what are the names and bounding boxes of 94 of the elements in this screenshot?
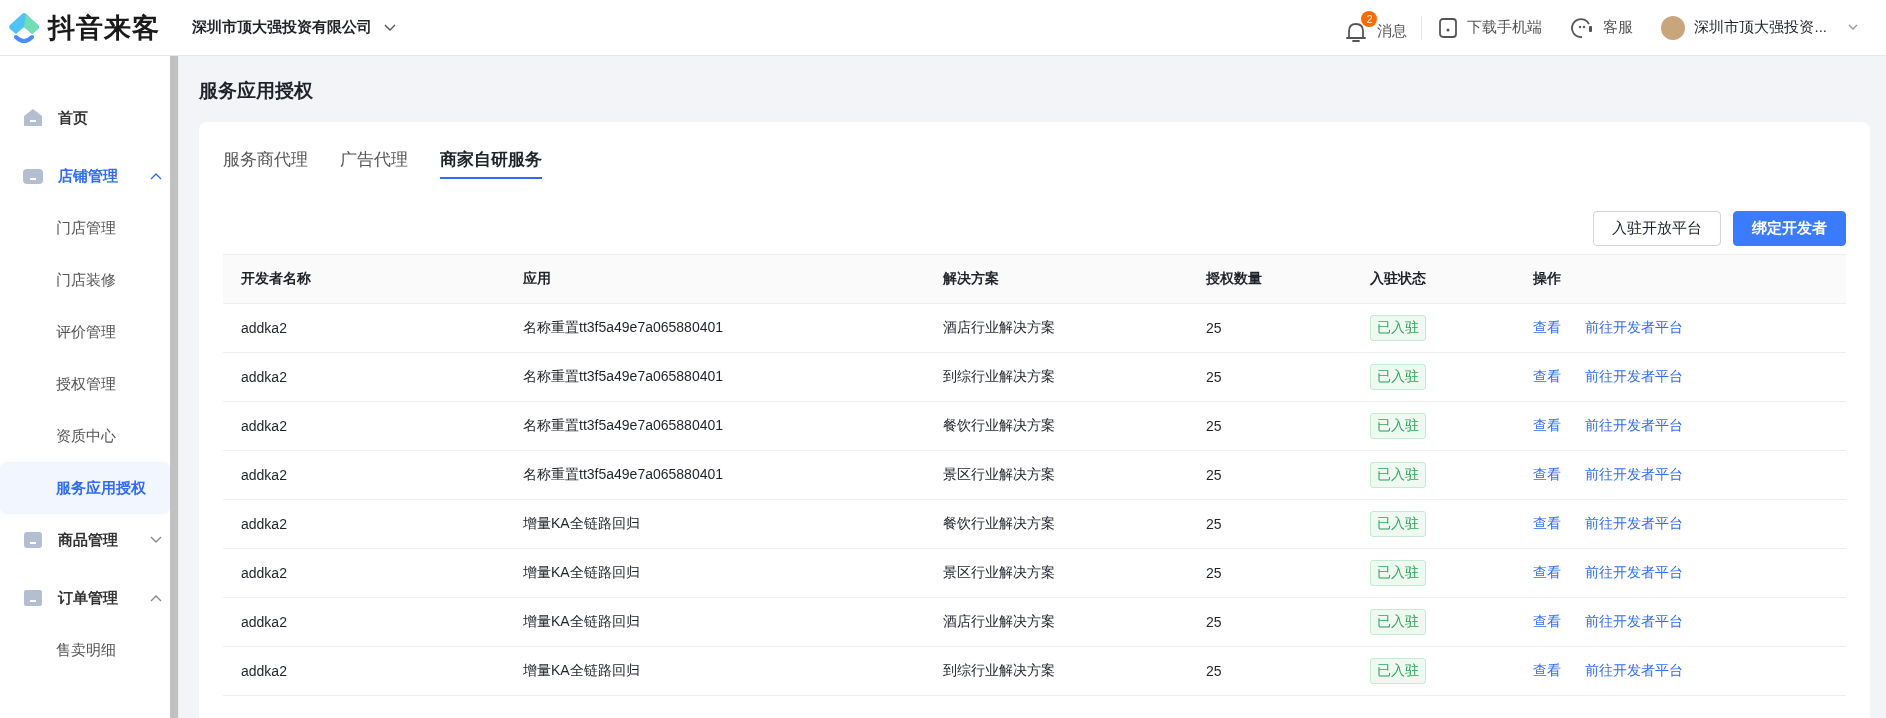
view-link[interactable]: 查看: [1533, 564, 1562, 582]
chevron-up-icon: [150, 172, 162, 180]
menu-icon: [22, 530, 44, 550]
sidebar-subitem[interactable]: 评价管理: [0, 306, 170, 358]
view-link[interactable]: 查看: [1533, 466, 1562, 484]
page-title: 服务应用授权: [199, 79, 314, 103]
table-cell: 餐饮行业解决方案: [924, 499, 1188, 549]
table-cell: 名称重置tt3f5a49e7a065880401: [505, 352, 925, 402]
table-cell: addka2: [223, 646, 505, 696]
headset-icon: [1570, 15, 1595, 40]
view-link[interactable]: 查看: [1533, 515, 1562, 533]
view-link[interactable]: 查看: [1533, 662, 1562, 680]
table-cell: 25: [1188, 352, 1352, 402]
column-header: 解决方案: [924, 254, 1188, 304]
table-cell: 25: [1188, 303, 1352, 353]
status-tag: 已入驻: [1369, 364, 1426, 390]
developer-platform-link[interactable]: 前往开发者平台: [1585, 613, 1684, 631]
notification-badge: 2: [1361, 10, 1378, 27]
status-tag: 已入驻: [1369, 609, 1426, 635]
table-cell: 25: [1188, 499, 1352, 549]
developer-platform-link[interactable]: 前往开发者平台: [1585, 662, 1684, 680]
table-cell: 增量KA全链路回归: [505, 548, 925, 598]
download-app-button[interactable]: 下载手机端: [1438, 16, 1543, 39]
view-link[interactable]: 查看: [1533, 319, 1562, 337]
developer-platform-link[interactable]: 前往开发者平台: [1585, 564, 1684, 582]
table-cell: 到综行业解决方案: [924, 352, 1188, 402]
column-header: 授权数量: [1188, 254, 1352, 304]
table-cell: addka2: [223, 450, 505, 500]
table-cell: addka2: [223, 352, 505, 402]
chevron-down-icon: [384, 23, 396, 32]
status-tag: 已入驻: [1369, 511, 1426, 537]
table-cell: 酒店行业解决方案: [924, 303, 1188, 353]
chevron-up-icon: [150, 594, 162, 602]
logo-icon: [6, 10, 42, 45]
table-cell: 景区行业解决方案: [924, 450, 1188, 500]
status-tag: 已入驻: [1369, 413, 1426, 439]
developer-platform-link[interactable]: 前往开发者平台: [1585, 466, 1684, 484]
table-cell: addka2: [223, 401, 505, 451]
menu-icon: [22, 166, 44, 186]
column-header: 开发者名称: [223, 254, 505, 304]
table-cell: 酒店行业解决方案: [924, 597, 1188, 647]
customer-service-button[interactable]: 客服: [1570, 15, 1634, 40]
table-cell: 到综行业解决方案: [924, 646, 1188, 696]
bind-developer-button[interactable]: 绑定开发者: [1733, 211, 1846, 246]
table-cell: 增量KA全链路回归: [505, 597, 925, 647]
view-link[interactable]: 查看: [1533, 417, 1562, 435]
table-cell: 25: [1188, 401, 1352, 451]
table-cell: addka2: [223, 597, 505, 647]
tab[interactable]: 服务商代理: [223, 148, 308, 179]
tab[interactable]: 商家自研服务: [440, 148, 542, 179]
table-cell: 名称重置tt3f5a49e7a065880401: [505, 450, 925, 500]
user-menu[interactable]: 深圳市顶大强投资...: [1661, 15, 1858, 40]
table-cell: 景区行业解决方案: [924, 548, 1188, 598]
table-cell: 25: [1188, 646, 1352, 696]
menu-icon: [22, 588, 44, 608]
menu-icon: [22, 108, 44, 128]
view-link[interactable]: 查看: [1533, 613, 1562, 631]
developer-platform-link[interactable]: 前往开发者平台: [1585, 417, 1684, 435]
developer-platform-link[interactable]: 前往开发者平台: [1585, 319, 1684, 337]
column-header: 应用: [505, 254, 925, 304]
sidebar-subitem[interactable]: 门店装修: [0, 254, 170, 306]
column-header: 操作: [1515, 254, 1846, 304]
join-platform-button[interactable]: 入驻开放平台: [1593, 211, 1721, 246]
avatar-icon: [1661, 15, 1686, 40]
table-cell: 25: [1188, 597, 1352, 647]
table-cell: 25: [1188, 450, 1352, 500]
sidebar-subitem[interactable]: 资质中心: [0, 410, 170, 462]
view-link[interactable]: 查看: [1533, 368, 1562, 386]
status-tag: 已入驻: [1369, 658, 1426, 684]
sidebar-subitem[interactable]: 授权管理: [0, 358, 170, 410]
phone-icon: [1438, 16, 1459, 39]
table-cell: addka2: [223, 548, 505, 598]
tab[interactable]: 广告代理: [340, 148, 408, 179]
table-cell: addka2: [223, 499, 505, 549]
table-cell: 25: [1188, 548, 1352, 598]
chevron-down-icon: [1848, 24, 1858, 31]
status-tag: 已入驻: [1369, 462, 1426, 488]
table-cell: 名称重置tt3f5a49e7a065880401: [505, 303, 925, 353]
notifications-button[interactable]: 2 消息: [1344, 9, 1410, 46]
column-header: 入驻状态: [1351, 254, 1516, 304]
table-cell: 餐饮行业解决方案: [924, 401, 1188, 451]
status-tag: 已入驻: [1369, 315, 1426, 341]
status-tag: 已入驻: [1369, 560, 1426, 586]
table-cell: 增量KA全链路回归: [505, 499, 925, 549]
logo-text: 抖音来客: [48, 11, 160, 45]
chevron-down-icon: [150, 536, 162, 544]
table-cell: 增量KA全链路回归: [505, 646, 925, 696]
company-selector[interactable]: 深圳市顶大强投资有限公司: [188, 14, 400, 41]
table-cell: 名称重置tt3f5a49e7a065880401: [505, 401, 925, 451]
scrollbar[interactable]: [170, 56, 178, 718]
developer-platform-link[interactable]: 前往开发者平台: [1585, 515, 1684, 533]
table-cell: addka2: [223, 303, 505, 353]
sidebar-subitem[interactable]: 服务应用授权: [0, 462, 170, 514]
developer-platform-link[interactable]: 前往开发者平台: [1585, 368, 1684, 386]
